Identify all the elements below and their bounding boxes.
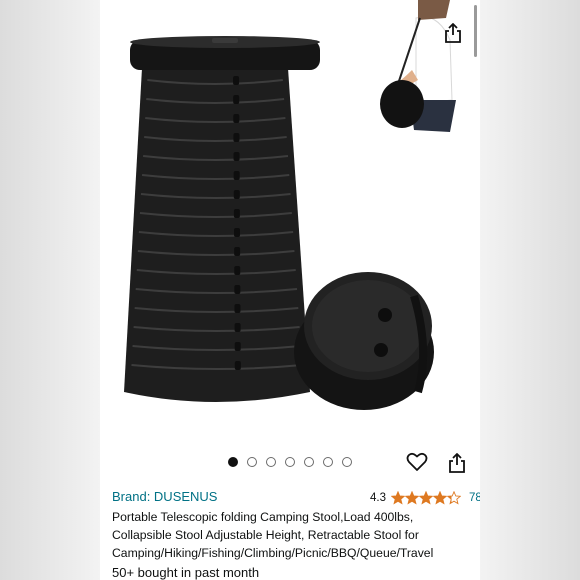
rating-count[interactable]: 78	[469, 492, 480, 504]
collapsed-stool-illustration	[294, 272, 434, 410]
star-icon	[405, 491, 419, 505]
rating-row[interactable]: 4.3 78	[370, 490, 480, 506]
share-icon	[445, 23, 461, 43]
star-rating	[391, 491, 461, 505]
star-icon	[433, 491, 447, 505]
right-background	[480, 0, 580, 580]
carousel-dot[interactable]	[342, 457, 352, 467]
carousel-dots	[228, 456, 352, 468]
star-icon	[447, 491, 461, 505]
product-image[interactable]	[100, 0, 480, 448]
heart-icon	[406, 452, 428, 471]
heart-icon[interactable]	[404, 450, 430, 474]
star-icon	[391, 491, 405, 505]
left-background	[0, 0, 100, 580]
telescopic-stool-illustration	[124, 36, 320, 402]
share-icon	[449, 453, 465, 473]
rating-value: 4.3	[370, 492, 386, 504]
product-page: Brand: DUSENUS 4.3 78 Portable Telescopi…	[100, 0, 480, 580]
carousel-dot[interactable]	[228, 457, 238, 467]
brand-link[interactable]: Brand: DUSENUS	[112, 489, 217, 504]
carousel-dot[interactable]	[285, 457, 295, 467]
purchase-count: 50+ bought in past month	[112, 565, 260, 580]
share-icon[interactable]	[440, 20, 466, 46]
star-icon	[419, 491, 433, 505]
share-icon[interactable]	[445, 450, 469, 476]
carousel-dot[interactable]	[323, 457, 333, 467]
carousel-dot[interactable]	[304, 457, 314, 467]
carousel-dot[interactable]	[247, 457, 257, 467]
carousel-dot[interactable]	[266, 457, 276, 467]
product-title[interactable]: Portable Telescopic folding Camping Stoo…	[112, 508, 474, 562]
